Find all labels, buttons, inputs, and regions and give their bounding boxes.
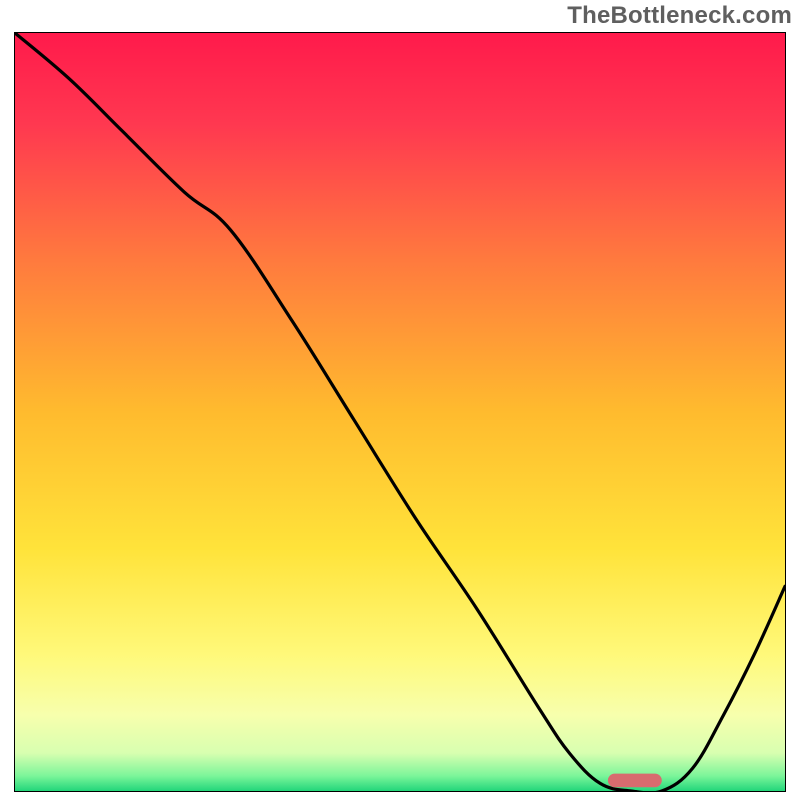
- watermark-text: TheBottleneck.com: [567, 2, 792, 30]
- bottleneck-chart: [14, 32, 786, 792]
- chart-container: TheBottleneck.com: [0, 0, 800, 800]
- chart-svg: [14, 32, 786, 792]
